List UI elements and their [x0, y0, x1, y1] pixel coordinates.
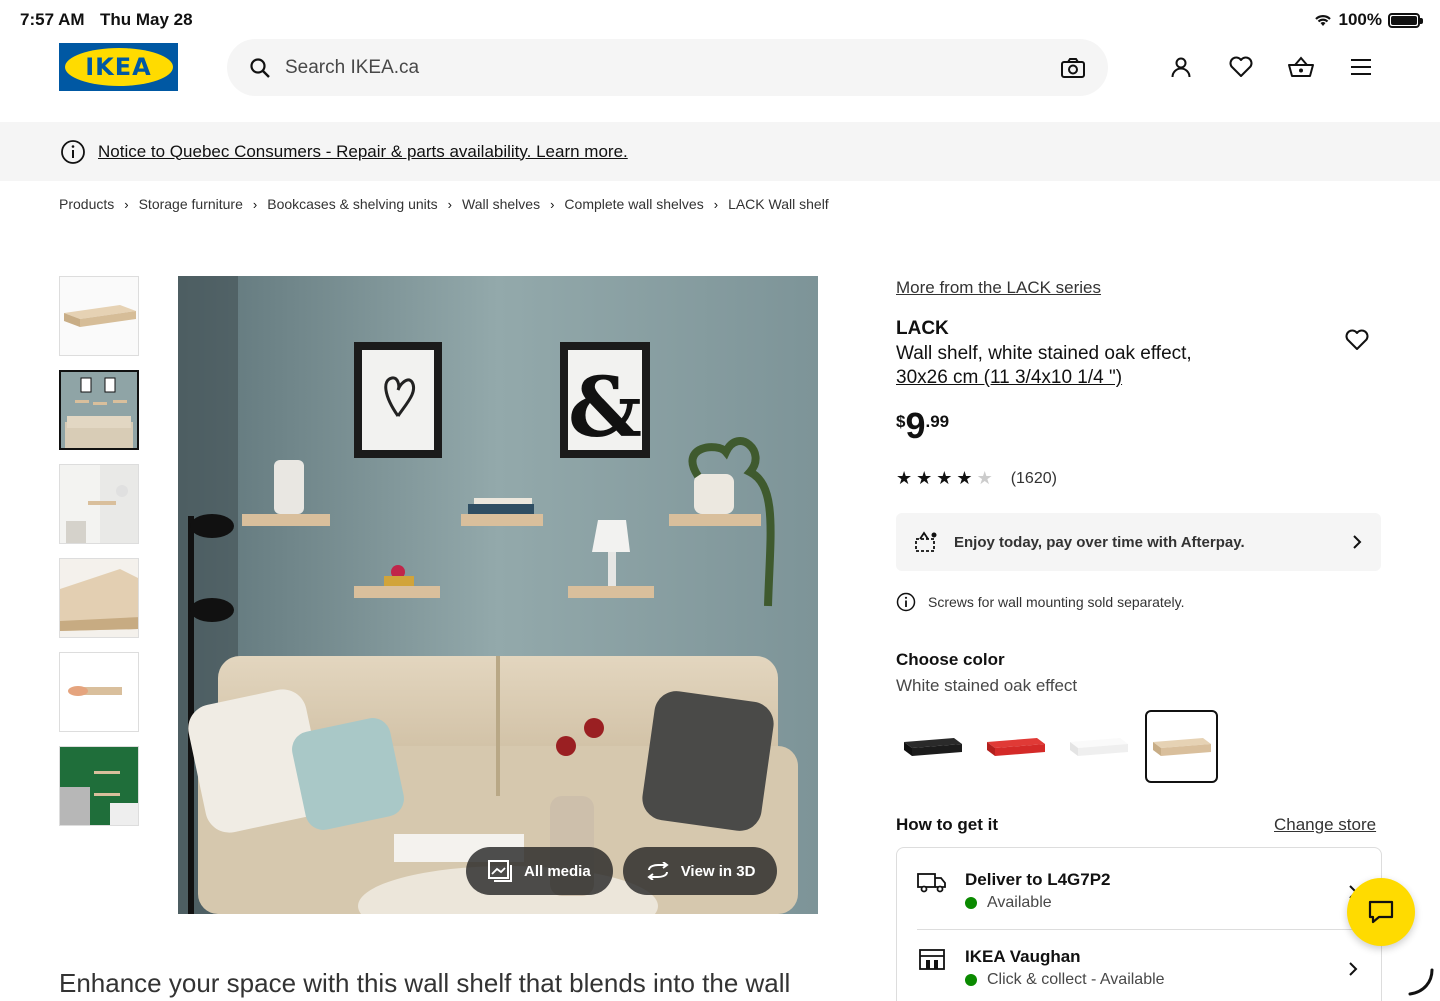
swatch-white-stained-oak[interactable]	[1145, 710, 1218, 783]
breadcrumb-current: LACK Wall shelf	[728, 196, 829, 212]
color-swatches	[896, 710, 1218, 783]
wifi-icon	[1314, 15, 1331, 26]
thumbnail-closeup[interactable]	[59, 558, 139, 638]
search-icon	[250, 57, 270, 78]
basket-icon[interactable]	[1286, 52, 1316, 82]
thumbnail-shelf[interactable]	[59, 276, 139, 356]
status-date: Thu May 28	[100, 10, 193, 29]
how-to-get-title: How to get it	[896, 815, 998, 834]
star-icon: ★	[956, 468, 973, 488]
swatch-white[interactable]	[1062, 710, 1135, 783]
breadcrumb-item[interactable]: Products	[59, 196, 114, 212]
star-icon: ★	[936, 468, 953, 488]
product-type: Wall shelf, white stained oak effect,	[896, 343, 1192, 364]
camera-icon[interactable]	[1060, 57, 1086, 79]
chat-button[interactable]	[1347, 878, 1415, 946]
product-tagline: Enhance your space with this wall shelf …	[59, 968, 791, 998]
status-dot	[965, 974, 977, 986]
breadcrumb-item[interactable]: Wall shelves	[462, 196, 540, 212]
status-right: 100%	[1313, 10, 1423, 30]
status-bar: 7:57 AM Thu May 28 100%	[0, 0, 1440, 36]
status-dot	[965, 897, 977, 909]
all-media-button[interactable]: All media	[466, 847, 613, 895]
chevron-right-icon	[1349, 962, 1358, 976]
chevron-right-icon: ›	[550, 196, 555, 212]
price-integer: 9	[905, 405, 926, 446]
thumbnail-list	[59, 276, 139, 826]
search-bar[interactable]: Search IKEA.ca	[227, 39, 1108, 96]
loading-spinner-icon	[1408, 968, 1434, 996]
thumbnail-green-room[interactable]	[59, 746, 139, 826]
heart-icon[interactable]	[1344, 328, 1370, 357]
ikea-logo[interactable]: IKEA	[59, 43, 178, 91]
choose-color-title: Choose color	[896, 650, 1005, 669]
store-icon	[919, 949, 945, 970]
status-time: 7:57 AM	[20, 10, 85, 29]
search-input[interactable]: Search IKEA.ca	[285, 57, 1060, 79]
truck-icon	[917, 873, 946, 893]
rating[interactable]: ★ ★ ★ ★ ★ (1620)	[896, 468, 1057, 489]
price-decimal: .99	[925, 412, 950, 431]
availability-box: Deliver to L4G7P2 Available IKEA Vaughan…	[896, 847, 1382, 1001]
chevron-right-icon: ›	[447, 196, 453, 212]
breadcrumb-item[interactable]: Bookcases & shelving units	[267, 196, 437, 212]
product-description: Wall shelf, white stained oak effect, 30…	[896, 342, 1296, 390]
price-currency: $	[896, 412, 906, 431]
info-icon	[896, 592, 916, 612]
star-icon: ★	[896, 468, 913, 488]
media-buttons: All media View in 3D	[466, 847, 778, 895]
account-icon[interactable]	[1166, 52, 1196, 82]
store-title: IKEA Vaughan	[965, 947, 1081, 966]
chevron-right-icon: ›	[713, 196, 719, 212]
breadcrumb-item[interactable]: Complete wall shelves	[564, 196, 703, 212]
star-icon: ★	[916, 468, 933, 488]
screws-text: Screws for wall mounting sold separately…	[928, 594, 1185, 610]
battery-icon	[1388, 12, 1423, 28]
notice-banner: Notice to Quebec Consumers - Repair & pa…	[0, 122, 1440, 181]
product-dimensions[interactable]: 30x26 cm (11 3/4x10 1/4 ")	[896, 367, 1122, 388]
chevron-right-icon: ›	[252, 196, 258, 212]
breadcrumb-item[interactable]: Storage furniture	[139, 196, 243, 212]
afterpay-icon	[915, 531, 937, 552]
swatch-black[interactable]	[896, 710, 969, 783]
rating-count: (1620)	[1010, 469, 1057, 487]
svg-text:&: &	[568, 360, 642, 456]
rotate-3d-icon	[647, 862, 669, 880]
thumbnail-corner[interactable]	[59, 464, 139, 544]
store-row[interactable]: IKEA Vaughan Click & collect - Available	[917, 947, 1367, 989]
chat-icon	[1368, 900, 1394, 924]
chevron-right-icon: ›	[124, 196, 129, 212]
afterpay-text: Enjoy today, pay over time with Afterpay…	[954, 533, 1245, 551]
screws-note: Screws for wall mounting sold separately…	[896, 592, 1185, 612]
gallery-icon	[488, 860, 512, 882]
afterpay-banner[interactable]: Enjoy today, pay over time with Afterpay…	[896, 513, 1381, 571]
notice-link[interactable]: Notice to Quebec Consumers - Repair & pa…	[98, 142, 628, 162]
chevron-right-icon	[1353, 535, 1362, 549]
product-price: $ 9 .99	[896, 406, 949, 446]
header-icons	[1166, 52, 1376, 82]
swatch-red[interactable]	[979, 710, 1052, 783]
store-status: Click & collect - Available	[987, 971, 1165, 988]
delivery-status: Available	[987, 894, 1052, 911]
thumbnail-room[interactable]	[59, 370, 139, 450]
change-store-link[interactable]: Change store	[1274, 815, 1376, 835]
star-empty-icon: ★	[976, 468, 993, 488]
selected-color: White stained oak effect	[896, 676, 1078, 695]
view-3d-button[interactable]: View in 3D	[622, 847, 778, 895]
delivery-row[interactable]: Deliver to L4G7P2 Available	[917, 870, 1367, 912]
divider	[917, 929, 1363, 930]
favourites-icon[interactable]	[1226, 52, 1256, 82]
series-link[interactable]: More from the LACK series	[896, 278, 1101, 298]
product-name: LACK	[896, 318, 949, 339]
menu-icon[interactable]	[1346, 52, 1376, 82]
thumbnail-detail[interactable]	[59, 652, 139, 732]
all-media-label: All media	[524, 862, 591, 880]
breadcrumb: Products › Storage furniture › Bookcases…	[59, 196, 829, 212]
product-main-image[interactable]: &	[178, 276, 818, 914]
delivery-title: Deliver to L4G7P2	[965, 870, 1111, 889]
info-icon	[61, 139, 85, 164]
battery-percent: 100%	[1338, 10, 1382, 29]
logo-text: IKEA	[85, 53, 152, 81]
view-3d-label: View in 3D	[680, 862, 756, 880]
